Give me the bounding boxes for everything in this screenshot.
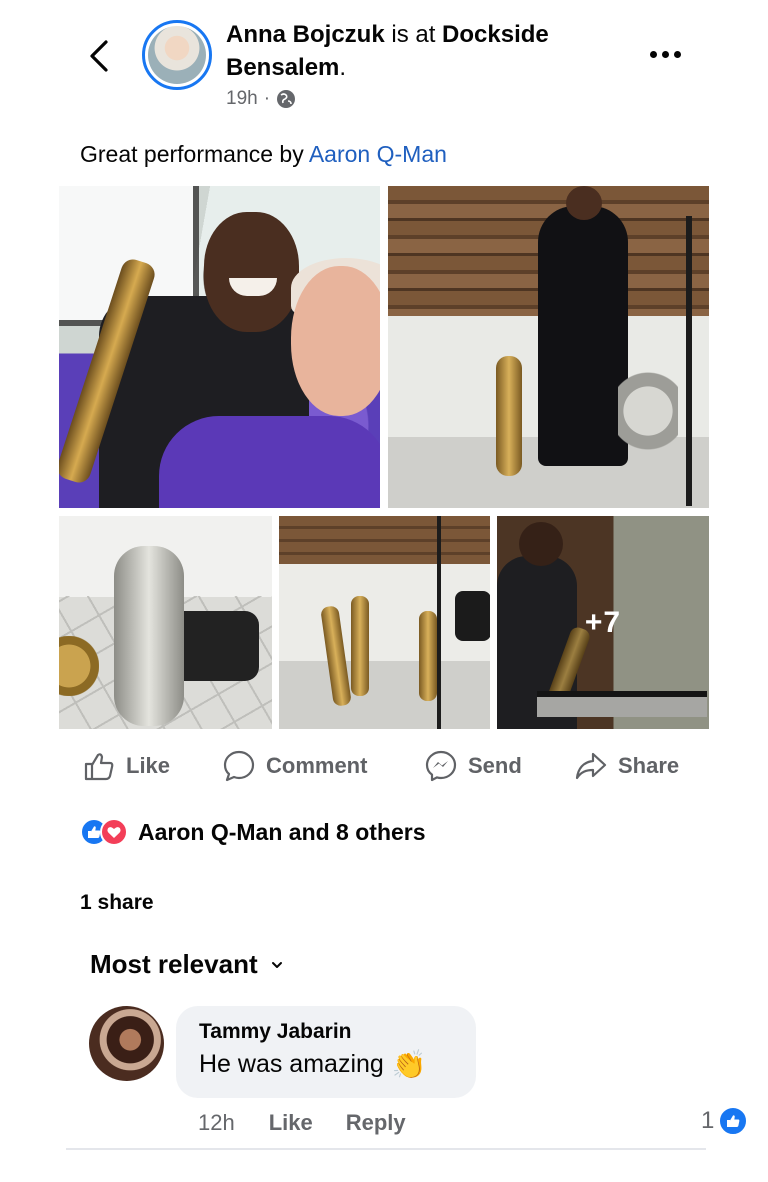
back-button[interactable] <box>84 36 118 76</box>
photo-shape <box>114 546 184 726</box>
clapping-hands-emoji: 👏 <box>391 1048 427 1080</box>
headline-suffix: . <box>339 54 347 81</box>
photo-keyboard-more[interactable]: +7 <box>497 516 709 729</box>
photo-shape <box>437 516 441 729</box>
photo-shape <box>159 416 380 508</box>
like-label: Like <box>126 753 171 778</box>
photo-shape <box>455 591 490 641</box>
shares-count[interactable]: 1 share <box>80 891 154 915</box>
more-dot-icon <box>674 50 681 58</box>
author-avatar-image <box>148 26 206 84</box>
comments-sort-label: Most relevant <box>90 949 258 979</box>
caption-text: Great performance by <box>80 141 309 167</box>
more-dot-icon <box>662 50 669 58</box>
globe-icon <box>277 90 296 108</box>
photo-shape <box>618 366 678 456</box>
author-name[interactable]: Anna Bojczuk <box>226 21 385 48</box>
photo-shape <box>419 611 437 701</box>
comment-like-count[interactable]: 1 <box>701 1106 749 1136</box>
chevron-left-icon <box>90 40 108 72</box>
comment-like-number: 1 <box>701 1107 715 1134</box>
photo-shape <box>279 516 490 564</box>
comment-time[interactable]: 12h <box>198 1110 235 1136</box>
like-button[interactable]: Like <box>82 745 170 787</box>
comment-label: Comment <box>266 753 368 778</box>
caption-mention-link[interactable]: Aaron Q-Man <box>309 141 447 167</box>
share-arrow-icon <box>575 752 607 780</box>
comments-sort-dropdown[interactable]: Most relevant <box>90 949 284 980</box>
chevron-down-icon <box>271 961 282 968</box>
love-reaction-icon <box>100 818 128 846</box>
messenger-icon <box>425 750 457 782</box>
share-label: Share <box>618 753 680 778</box>
photo-shape <box>538 206 628 466</box>
thumbs-up-icon <box>84 753 114 781</box>
commenter-avatar[interactable] <box>89 1006 164 1081</box>
post-header: Anna Bojczuk is at Dockside Bensalem. 19… <box>0 0 768 130</box>
photo-shape <box>351 596 369 696</box>
more-photos-count[interactable]: +7 <box>497 606 709 640</box>
reactions-summary[interactable]: Aaron Q-Man and 8 others <box>80 818 426 846</box>
post-time[interactable]: 19h <box>226 88 258 110</box>
more-options-button[interactable] <box>650 46 686 62</box>
photo-shape <box>59 636 99 696</box>
comment-body: He was amazing <box>199 1050 384 1078</box>
meta-separator: · <box>263 88 271 109</box>
comment-bubble: Tammy Jabarin He was amazing 👏 <box>176 1006 476 1098</box>
comment-bubble-icon <box>223 750 255 782</box>
author-avatar[interactable] <box>142 20 212 90</box>
more-dot-icon <box>650 50 657 58</box>
reaction-icons <box>80 818 128 846</box>
photo-musician-standing[interactable] <box>388 186 709 508</box>
send-label: Send <box>468 753 522 778</box>
comment-meta: 12h Like Reply <box>198 1110 439 1136</box>
section-divider <box>66 1148 706 1150</box>
photo-instruments[interactable] <box>279 516 490 729</box>
post-headline: Anna Bojczuk is at Dockside Bensalem. <box>226 18 616 84</box>
comment-reply-button[interactable]: Reply <box>346 1110 406 1136</box>
comment-button[interactable]: Comment <box>222 745 367 787</box>
comment-like-button[interactable]: Like <box>269 1110 313 1136</box>
photo-shape <box>320 605 352 707</box>
photo-shape <box>496 356 522 476</box>
headline-connector: is at <box>384 21 443 48</box>
post-action-bar: Like Comment Send Share <box>0 745 768 787</box>
photo-shape <box>686 216 692 506</box>
photo-shape <box>204 212 299 332</box>
photo-shape <box>291 266 380 416</box>
photo-euphonium[interactable] <box>59 516 272 729</box>
post-caption: Great performance by Aaron Q-Man <box>80 141 447 168</box>
comment-text: He was amazing 👏 <box>199 1050 476 1079</box>
send-button[interactable]: Send <box>424 745 522 787</box>
share-button[interactable]: Share <box>574 745 679 787</box>
reactions-count-text: Aaron Q-Man and 8 others <box>138 818 426 845</box>
photo-selfie[interactable] <box>59 186 380 508</box>
commenter-name[interactable]: Tammy Jabarin <box>199 1020 476 1044</box>
like-reaction-icon <box>718 1106 749 1136</box>
photo-shape <box>566 186 602 220</box>
post-meta: 19h · <box>226 88 296 110</box>
